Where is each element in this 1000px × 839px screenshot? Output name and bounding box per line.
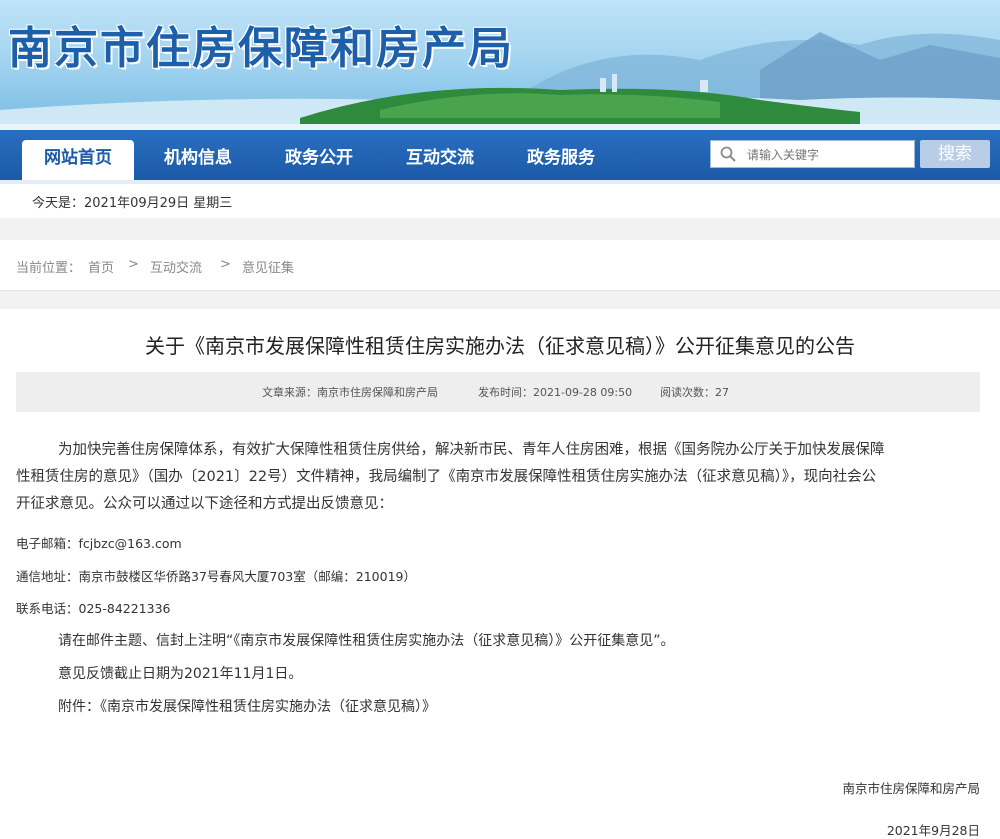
paragraph-line: 性租赁住房的意见》（国办〔2021〕22号）文件精神，我局编制了《南京市发展保障…	[16, 469, 877, 485]
search-box	[710, 140, 915, 168]
breadcrumb-separator: >	[128, 257, 139, 272]
feedback-deadline: 意见反馈截止日期为2021年11月1日。	[58, 666, 303, 682]
submission-note: 请在邮件主题、信封上注明“《南京市发展保障性租赁住房实施办法（征求意见稿）》公开…	[58, 633, 675, 649]
current-date: 今天是：2021年09月29日 星期三	[32, 196, 233, 211]
article-views: 阅读次数：27	[660, 386, 729, 399]
article-title: 关于《南京市发展保障性租赁住房实施办法（征求意见稿）》公开征集意见的公告	[145, 334, 855, 358]
article-paragraph: 为加快完善住房保障体系，有效扩大保障性租赁住房供给，解决新市民、青年人住房困难，…	[16, 437, 986, 518]
breadcrumb-current[interactable]: 意见征集	[242, 257, 294, 276]
nav-home[interactable]: 网站首页	[22, 140, 134, 180]
attachment-link[interactable]: 附件：《南京市发展保障性租赁住房实施办法（征求意见稿）》	[58, 696, 436, 716]
breadcrumb-interaction[interactable]: 互动交流	[150, 257, 202, 276]
paragraph-line: 开征求意见。公众可以通过以下途径和方式提出反馈意见：	[16, 496, 393, 512]
signature-date: 2021年9月28日	[886, 823, 980, 838]
site-title: 南京市住房保障和房产局	[8, 23, 514, 74]
nav-government-affairs[interactable]: 政务公开	[263, 140, 375, 180]
contact-address: 通信地址：南京市鼓楼区华侨路37号春风大厦703室（邮编：210019）	[16, 569, 416, 584]
search-icon	[720, 146, 736, 162]
nav-organization[interactable]: 机构信息	[142, 140, 254, 180]
date-bar: 今天是：2021年09月29日 星期三	[0, 184, 1000, 218]
search-button[interactable]: 搜索	[920, 140, 990, 168]
site-banner: 南京市住房保障和房产局	[0, 0, 1000, 130]
breadcrumb: 当前位置： 首页 > 互动交流 > 意见征集	[0, 240, 1000, 291]
article-source: 文章来源：南京市住房保障和房产局	[262, 386, 438, 399]
article-publish-time: 发布时间：2021-09-28 09:50	[478, 386, 633, 399]
contact-phone: 联系电话：025-84221336	[16, 601, 171, 616]
article-meta: 文章来源：南京市住房保障和房产局 发布时间：2021-09-28 09:50 阅…	[16, 372, 980, 412]
breadcrumb-home[interactable]: 首页	[88, 257, 114, 276]
nav-services[interactable]: 政务服务	[505, 140, 617, 180]
search-input[interactable]	[745, 144, 909, 166]
paragraph-line: 为加快完善住房保障体系，有效扩大保障性租赁住房供给，解决新市民、青年人住房困难，…	[58, 442, 885, 458]
contact-email: 电子邮箱：fcjbzc@163.com	[16, 536, 182, 551]
divider	[0, 291, 1000, 309]
breadcrumb-prefix: 当前位置：	[16, 261, 82, 276]
signature: 南京市住房保障和房产局	[842, 781, 980, 796]
divider	[0, 218, 1000, 240]
nav-interaction[interactable]: 互动交流	[384, 140, 496, 180]
breadcrumb-separator: >	[220, 257, 231, 272]
